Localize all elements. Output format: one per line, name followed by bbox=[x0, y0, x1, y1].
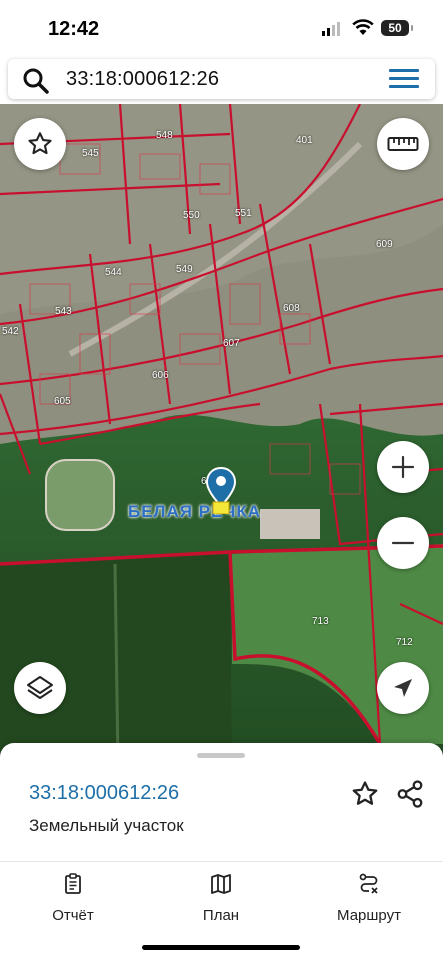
sheet-drag-handle[interactable] bbox=[197, 753, 245, 758]
search-query[interactable]: 33:18:000612:26 bbox=[66, 68, 219, 91]
tab-label: Отчёт bbox=[52, 907, 94, 924]
share-icon[interactable] bbox=[395, 779, 425, 809]
report-icon bbox=[65, 873, 81, 894]
my-location-button[interactable] bbox=[377, 662, 429, 714]
parcel-label: 549 bbox=[176, 264, 193, 275]
ruler-button[interactable] bbox=[377, 118, 429, 170]
parcel-label: 609 bbox=[376, 239, 393, 250]
menu-icon[interactable] bbox=[389, 69, 419, 89]
parcel-cadastral-number: 33:18:000612:26 bbox=[29, 782, 180, 804]
layers-icon bbox=[27, 676, 53, 699]
parcel-label: 551 bbox=[235, 208, 252, 219]
tab-label: План bbox=[202, 907, 240, 924]
parcel-label: 608 bbox=[283, 303, 300, 314]
layers-button[interactable] bbox=[14, 662, 66, 714]
star-icon bbox=[28, 132, 52, 155]
zoom-in-button[interactable] bbox=[377, 441, 429, 493]
parcel-label: 401 bbox=[296, 135, 313, 146]
parcel-label: 712 bbox=[396, 637, 413, 648]
search-bar: 33:18:000612:26 bbox=[0, 56, 443, 106]
parcel-label: 545 bbox=[82, 148, 99, 159]
parcel-label: 713 bbox=[312, 616, 329, 627]
map-plan-icon bbox=[211, 874, 231, 894]
plus-icon bbox=[391, 455, 415, 479]
zoom-out-button[interactable] bbox=[377, 517, 429, 569]
location-pin-icon[interactable] bbox=[205, 466, 237, 514]
minus-icon bbox=[391, 541, 415, 545]
tab-route[interactable]: Маршрут bbox=[309, 872, 429, 924]
tab-report[interactable]: Отчёт bbox=[13, 872, 133, 924]
status-bar: 12:42 50 bbox=[0, 0, 443, 56]
favorite-map-button[interactable] bbox=[14, 118, 66, 170]
search-field[interactable]: 33:18:000612:26 bbox=[8, 59, 435, 99]
parcel-label: 542 bbox=[2, 326, 19, 337]
map-view[interactable]: 548 545 401 550 551 609 544 549 543 542 … bbox=[0, 104, 443, 764]
map-satellite-layer bbox=[0, 104, 443, 764]
cellular-signal-icon bbox=[322, 22, 340, 36]
parcel-type: Земельный участок bbox=[29, 816, 184, 835]
status-time: 12:42 bbox=[48, 18, 100, 40]
wifi-icon bbox=[352, 19, 374, 35]
parcel-label: 606 bbox=[152, 370, 169, 381]
tab-plan[interactable]: План bbox=[161, 872, 281, 924]
navigation-arrow-icon bbox=[394, 679, 412, 697]
parcel-info-sheet[interactable]: 33:18:000612:26 Земельный участок bbox=[0, 743, 443, 861]
place-name-label: БЕЛАЯ РЕЧКА bbox=[128, 502, 261, 521]
ruler-icon bbox=[387, 137, 419, 151]
parcel-label: 550 bbox=[183, 210, 200, 221]
favorite-star-icon[interactable] bbox=[350, 779, 380, 809]
parcel-label: 607 bbox=[223, 338, 240, 349]
parcel-label: 548 bbox=[156, 130, 173, 141]
parcel-label: 605 bbox=[54, 396, 71, 407]
tab-label: Маршрут bbox=[337, 907, 401, 924]
parcel-label: 544 bbox=[105, 267, 122, 278]
home-indicator[interactable] bbox=[142, 945, 300, 950]
route-icon bbox=[359, 873, 378, 894]
parcel-label: 543 bbox=[55, 306, 72, 317]
search-icon[interactable] bbox=[22, 67, 50, 95]
battery-indicator: 50 bbox=[381, 20, 413, 36]
